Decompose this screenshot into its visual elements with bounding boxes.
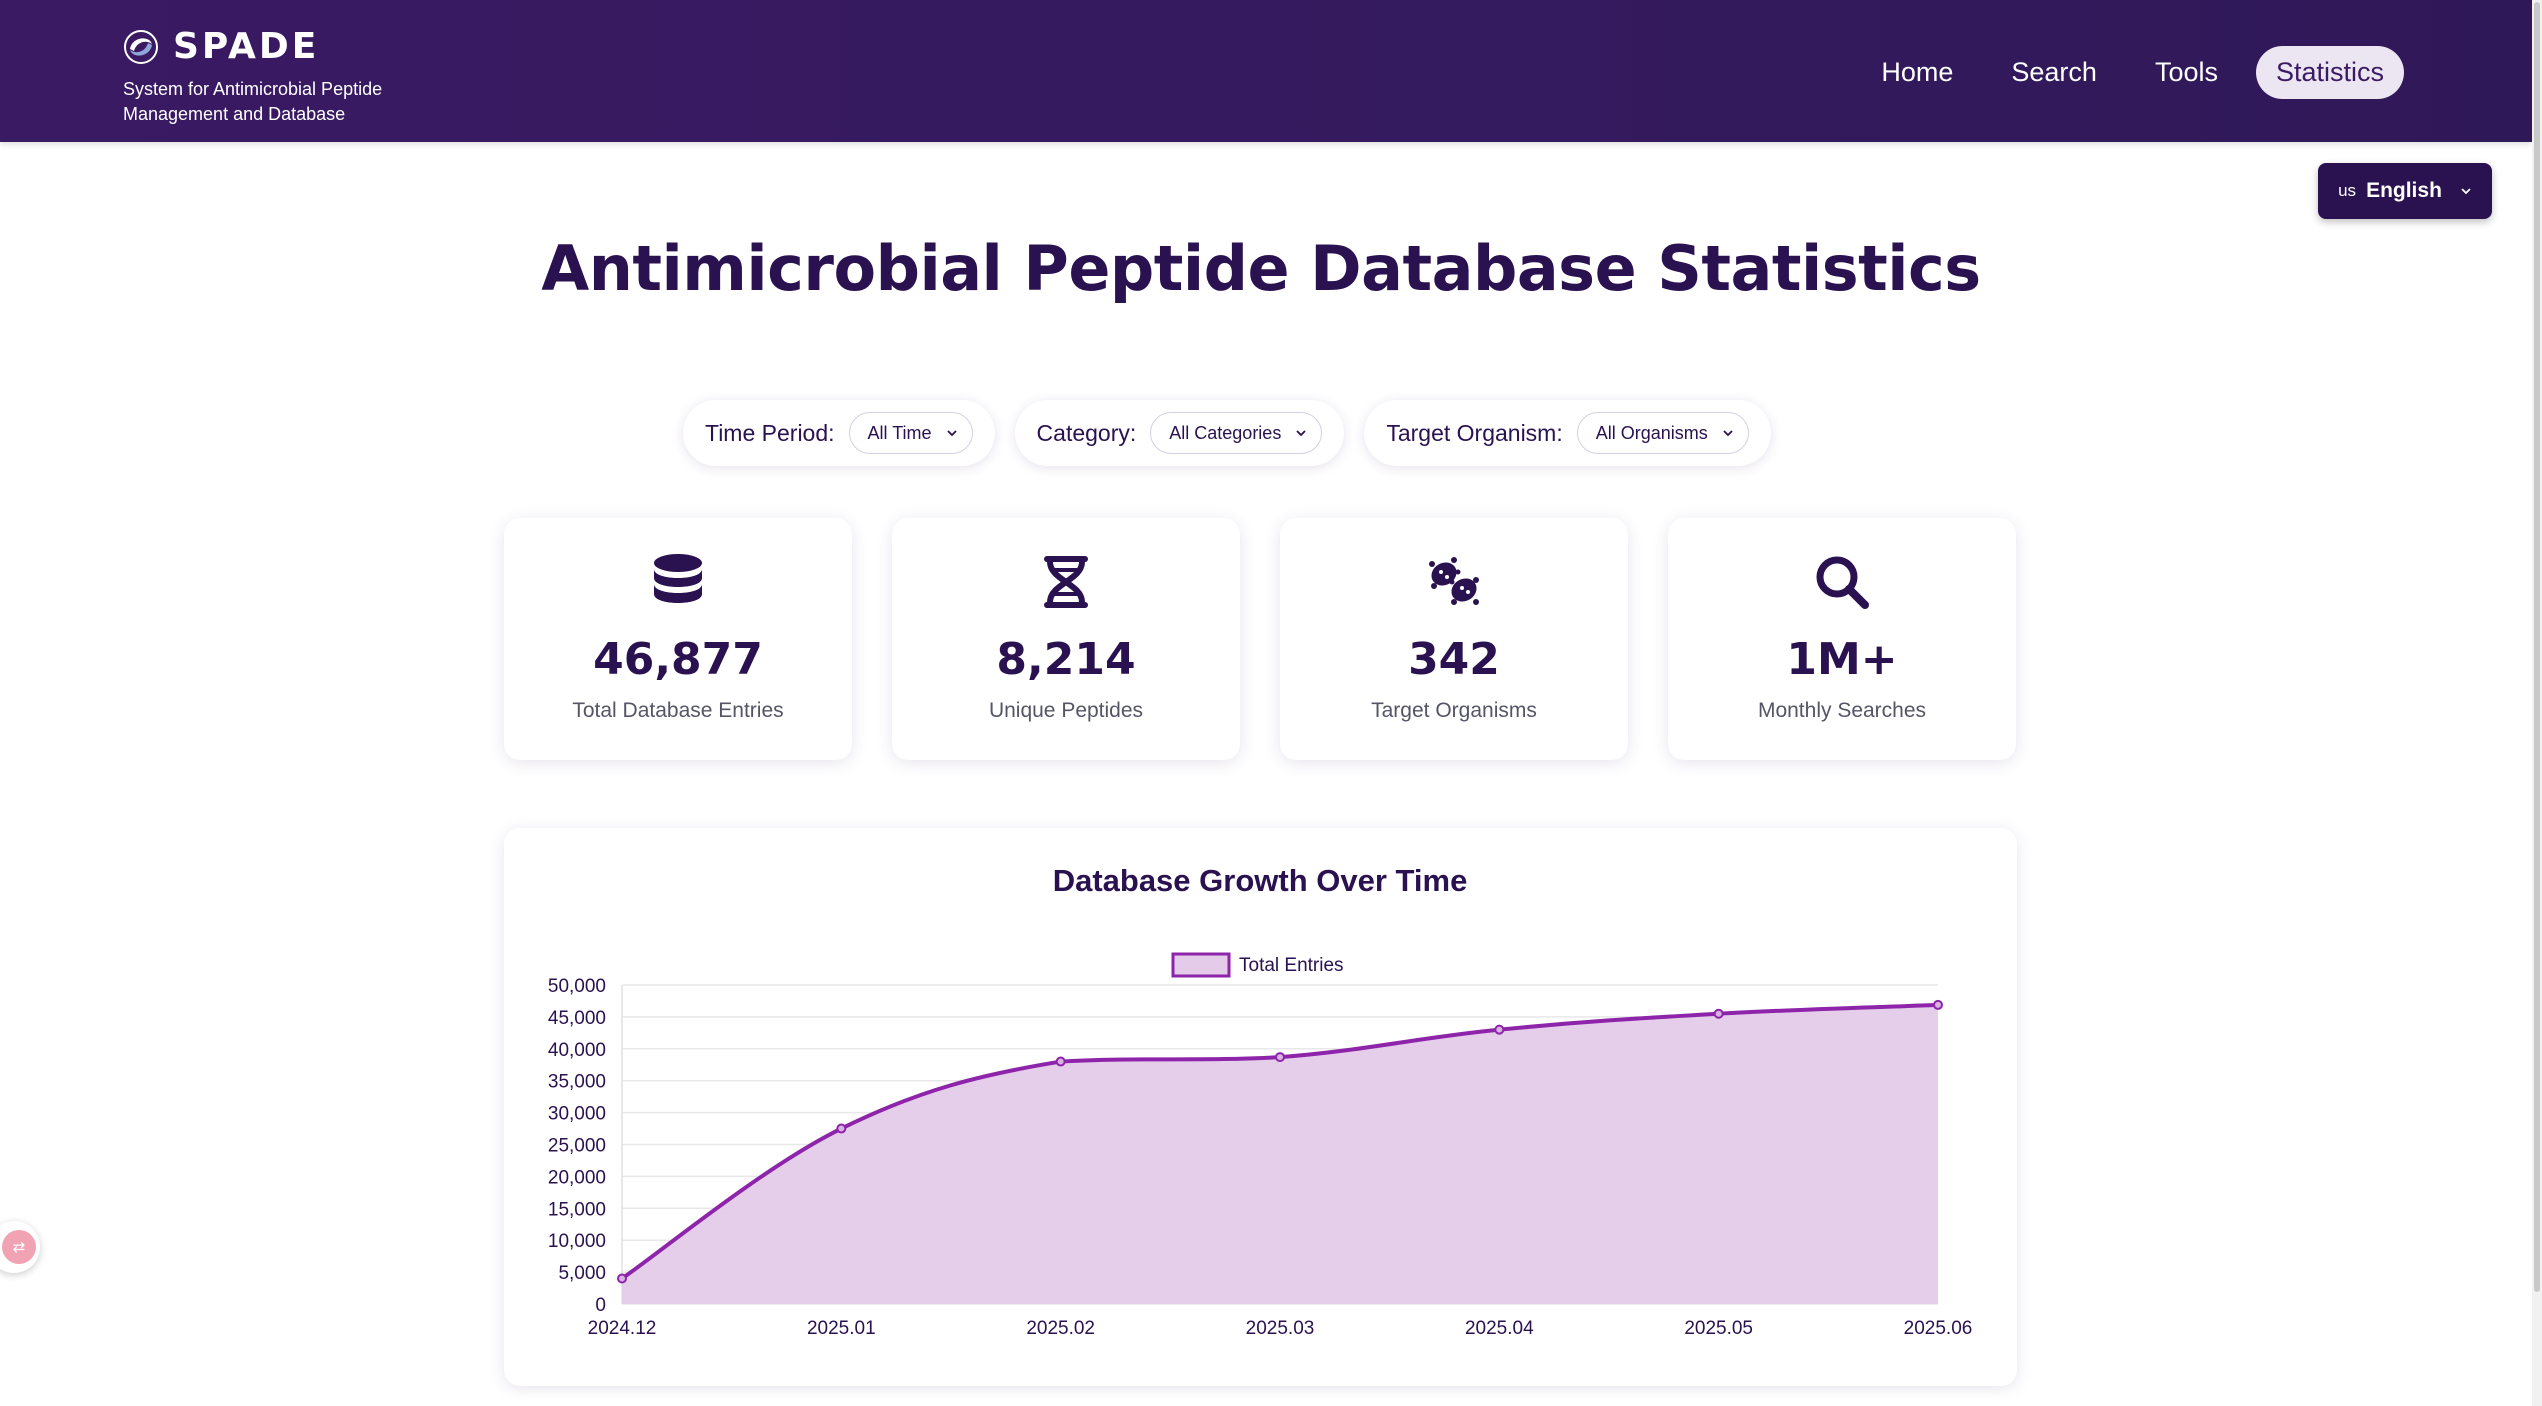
- stat-value: 8,214: [996, 634, 1136, 685]
- select-value: All Organisms: [1595, 422, 1708, 443]
- us-flag-icon: us: [2338, 181, 2357, 200]
- brand[interactable]: SPADE System for Antimicrobial Peptide M…: [123, 26, 413, 127]
- y-tick-label: 10,000: [548, 1231, 606, 1252]
- data-point[interactable]: [1494, 1024, 1505, 1035]
- chevron-down-icon: [946, 430, 957, 437]
- data-point[interactable]: [836, 1123, 847, 1134]
- y-tick-label: 50,000: [548, 976, 606, 997]
- translate-icon: ⇄: [2, 1230, 36, 1264]
- filter-bar: Time Period: All Time Category: All Cate…: [683, 400, 1771, 466]
- stat-value: 46,877: [593, 634, 763, 685]
- time-period-select[interactable]: All Time: [848, 412, 973, 454]
- translate-button[interactable]: ⇄: [0, 1221, 40, 1273]
- y-tick-label: 0: [595, 1295, 606, 1316]
- scrollbar-thumb[interactable]: [2534, 2, 2540, 1292]
- language-label: English: [2366, 179, 2442, 202]
- filter-target-organism: Target Organism: All Organisms: [1364, 400, 1771, 466]
- x-tick-label: 2025.02: [1026, 1318, 1095, 1339]
- chevron-down-icon: [1723, 430, 1733, 437]
- bacteria-icon: [1429, 557, 1479, 605]
- x-tick-label: 2025.06: [1904, 1318, 1973, 1339]
- database-icon: [654, 554, 702, 603]
- filter-category: Category: All Categories: [1014, 400, 1345, 466]
- filter-time-period: Time Period: All Time: [683, 400, 995, 466]
- nav-statistics[interactable]: Statistics: [2255, 46, 2404, 99]
- y-tick-label: 40,000: [548, 1040, 606, 1061]
- data-point[interactable]: [1713, 1008, 1724, 1019]
- legend-swatch[interactable]: [1171, 952, 1231, 978]
- stat-label: Target Organisms: [1371, 699, 1537, 722]
- select-value: All Categories: [1169, 422, 1282, 443]
- series-area: [622, 1004, 1938, 1304]
- category-select[interactable]: All Categories: [1150, 412, 1323, 454]
- chart-title: Database Growth Over Time: [1053, 863, 1468, 898]
- stats-row: 46,877 Total Database Entries 8,214 Uniq…: [504, 518, 2016, 760]
- chevron-down-icon: [2461, 188, 2471, 195]
- data-point[interactable]: [1055, 1056, 1066, 1067]
- spade-logo-icon: [124, 29, 158, 64]
- y-tick-label: 30,000: [548, 1104, 606, 1125]
- nav-home[interactable]: Home: [1861, 46, 1973, 99]
- select-value: All Time: [867, 422, 932, 443]
- stat-label: Monthly Searches: [1757, 699, 1927, 722]
- main-nav: Home Search Tools Statistics: [1861, 46, 2404, 99]
- legend-label[interactable]: Total Entries: [1239, 955, 1344, 976]
- language-selector[interactable]: us English: [2318, 163, 2492, 219]
- y-tick-label: 35,000: [548, 1072, 606, 1093]
- stat-label: Total Database Entries: [572, 699, 784, 722]
- target-organism-select[interactable]: All Organisms: [1576, 412, 1749, 454]
- search-icon: [1816, 556, 1869, 609]
- nav-search[interactable]: Search: [1991, 46, 2117, 99]
- y-tick-label: 15,000: [548, 1199, 606, 1220]
- bottom-fade: [0, 1390, 2532, 1406]
- chevron-down-icon: [1296, 430, 1306, 437]
- x-tick-label: 2025.04: [1465, 1318, 1534, 1339]
- filter-label: Category:: [1036, 419, 1137, 446]
- y-tick-label: 20,000: [548, 1167, 606, 1188]
- x-tick-label: 2025.05: [1684, 1318, 1753, 1339]
- x-tick-label: 2024.12: [588, 1318, 657, 1339]
- data-point[interactable]: [617, 1273, 627, 1284]
- top-navbar: SPADE System for Antimicrobial Peptide M…: [0, 0, 2532, 142]
- stat-card-monthly-searches: 1M+ Monthly Searches: [1668, 518, 2016, 760]
- filter-label: Time Period:: [705, 419, 835, 446]
- growth-chart: Database Growth Over Time Total Entries …: [548, 863, 1973, 1339]
- stat-label: Unique Peptides: [988, 699, 1144, 722]
- y-tick-label: 25,000: [548, 1136, 606, 1157]
- dna-icon: [1044, 556, 1088, 608]
- stat-value: 342: [1408, 634, 1500, 685]
- data-point[interactable]: [1933, 999, 1943, 1010]
- data-point[interactable]: [1275, 1052, 1285, 1063]
- stat-card-target-organisms: 342 Target Organisms: [1280, 518, 1628, 760]
- brand-name: SPADE: [173, 26, 320, 67]
- growth-chart-card: Database Growth Over Time Total Entries …: [504, 828, 2017, 1386]
- stat-card-unique-peptides: 8,214 Unique Peptides: [892, 518, 1240, 760]
- page-title: Antimicrobial Peptide Database Statistic…: [541, 232, 1981, 305]
- x-tick-label: 2025.01: [807, 1318, 876, 1339]
- nav-tools[interactable]: Tools: [2135, 46, 2238, 99]
- brand-subtitle: System for Antimicrobial Peptide Managem…: [123, 79, 383, 124]
- stat-card-total-entries: 46,877 Total Database Entries: [504, 518, 852, 760]
- y-tick-label: 5,000: [558, 1263, 606, 1284]
- y-tick-label: 45,000: [548, 1008, 606, 1029]
- filter-label: Target Organism:: [1386, 419, 1563, 446]
- x-tick-label: 2025.03: [1246, 1318, 1315, 1339]
- stat-value: 1M+: [1786, 634, 1898, 685]
